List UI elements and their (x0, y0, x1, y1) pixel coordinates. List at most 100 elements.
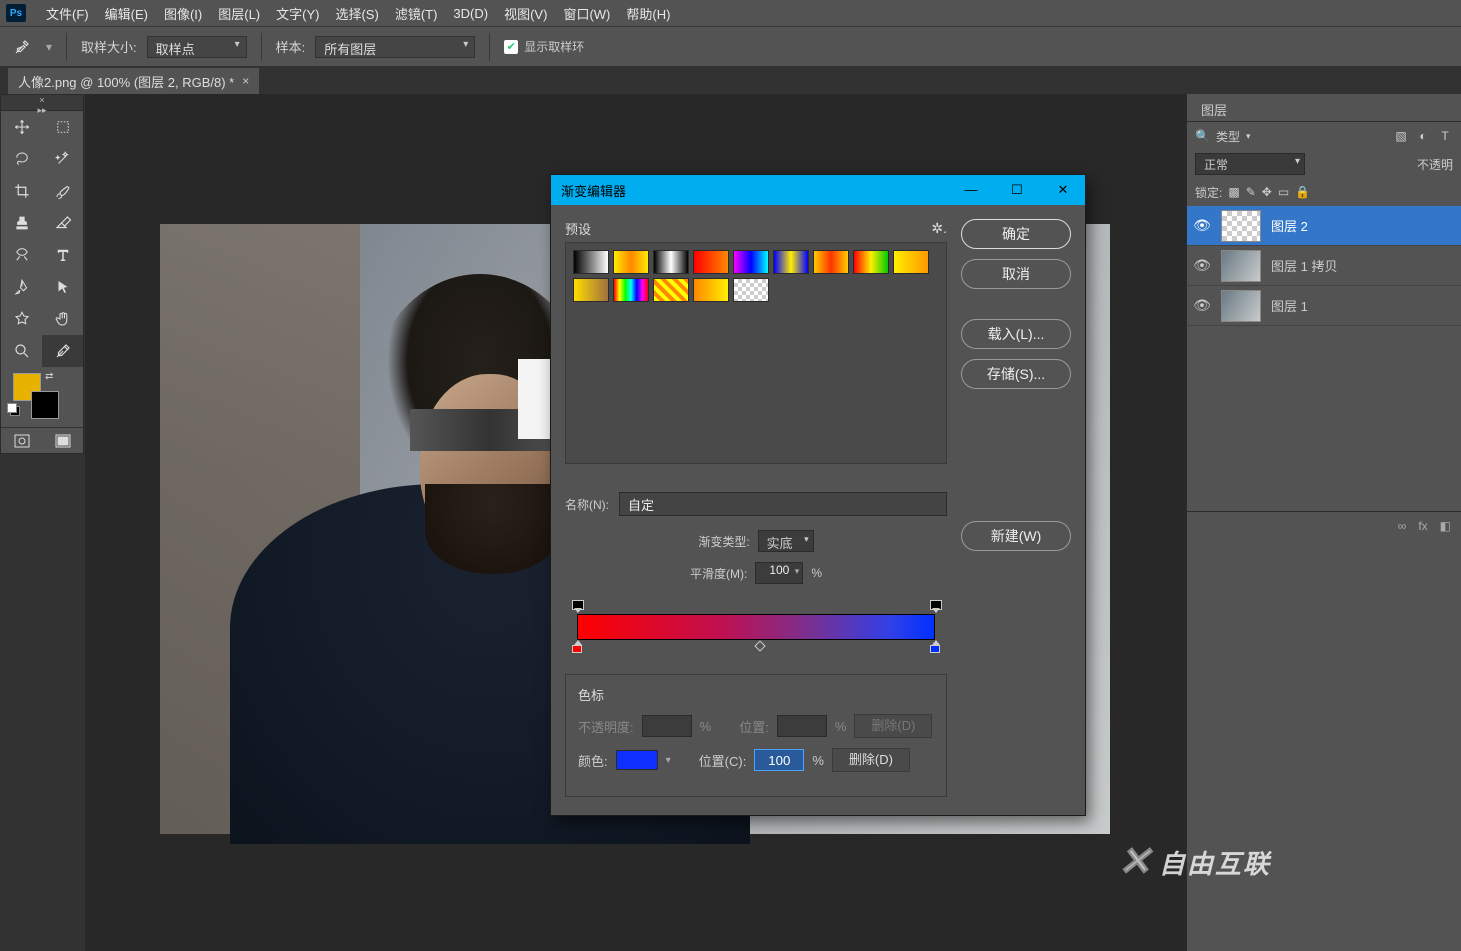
color-swatch[interactable] (616, 750, 658, 770)
menu-window[interactable]: 窗口(W) (555, 0, 618, 27)
gradient-ramp[interactable] (577, 614, 935, 640)
hand-tool[interactable] (42, 303, 83, 335)
visibility-icon[interactable]: 👁 (1193, 257, 1211, 274)
mask-icon[interactable]: ◧ (1440, 519, 1451, 533)
shape-tool[interactable] (1, 303, 42, 335)
brush-tool[interactable] (42, 175, 83, 207)
sample-dropdown[interactable]: 所有图层 (315, 36, 475, 58)
document-tab[interactable]: 人像2.png @ 100% (图层 2, RGB/8) * × (8, 68, 259, 94)
minimize-icon[interactable]: — (959, 182, 983, 198)
menu-view[interactable]: 视图(V) (496, 0, 555, 27)
chevron-down-icon[interactable]: ▾ (666, 755, 671, 766)
screenmode-toggle[interactable] (42, 428, 83, 453)
gradient-name-input[interactable] (619, 492, 947, 516)
filter-adjust-icon[interactable]: ◐ (1415, 128, 1431, 144)
filter-type-icon[interactable]: T (1437, 128, 1453, 144)
gradient-preset[interactable] (733, 278, 769, 302)
gradient-preset[interactable] (813, 250, 849, 274)
swap-colors-icon[interactable]: ⇄ (45, 371, 53, 382)
gradient-preset[interactable] (733, 250, 769, 274)
gradient-preset[interactable] (613, 250, 649, 274)
filter-image-icon[interactable]: ▧ (1393, 128, 1409, 144)
gradient-preset[interactable] (693, 250, 729, 274)
delete-color-stop-button[interactable]: 删除(D) (832, 748, 910, 772)
opacity-stop-right[interactable] (929, 600, 941, 612)
menu-help[interactable]: 帮助(H) (618, 0, 678, 27)
color-swatches[interactable]: ⇄ (1, 367, 83, 427)
eyedropper-tool[interactable] (42, 335, 83, 367)
gradient-ramp-area[interactable] (565, 600, 947, 670)
wand-tool[interactable] (42, 143, 83, 175)
visibility-icon[interactable]: 👁 (1193, 297, 1211, 314)
menu-file[interactable]: 文件(F) (38, 0, 97, 27)
gradient-preset[interactable] (693, 278, 729, 302)
gradient-preset[interactable] (853, 250, 889, 274)
panel-grip[interactable]: ×▸▸ (1, 95, 83, 111)
lasso-tool[interactable] (1, 143, 42, 175)
default-colors-icon[interactable] (7, 403, 19, 415)
gradient-type-dropdown[interactable]: 实底 (758, 530, 814, 552)
close-icon[interactable]: × (242, 74, 249, 88)
smoothness-input[interactable]: 100 (755, 562, 803, 584)
ok-button[interactable]: 确定 (961, 219, 1071, 249)
menu-3d[interactable]: 3D(D) (445, 2, 496, 25)
lock-move-icon[interactable]: ✥ (1262, 185, 1272, 199)
gradient-preset[interactable] (893, 250, 929, 274)
layer-item[interactable]: 👁 图层 1 (1187, 286, 1461, 326)
background-swatch[interactable] (31, 391, 59, 419)
save-button[interactable]: 存储(S)... (961, 359, 1071, 389)
color-position-input[interactable] (754, 749, 804, 771)
layer-item[interactable]: 👁 图层 2 (1187, 206, 1461, 246)
marquee-tool[interactable] (42, 111, 83, 143)
link-icon[interactable]: ∞ (1398, 519, 1407, 533)
path-select-tool[interactable] (42, 271, 83, 303)
gradient-preset[interactable] (773, 250, 809, 274)
type-tool[interactable] (42, 239, 83, 271)
lock-brush-icon[interactable]: ✎ (1246, 185, 1256, 199)
delete-opacity-stop-button: 删除(D) (854, 714, 932, 738)
blend-mode-dropdown[interactable]: 正常 (1195, 153, 1305, 175)
stamp-tool[interactable] (1, 207, 42, 239)
menu-type[interactable]: 文字(Y) (268, 0, 327, 27)
pen-tool[interactable] (1, 271, 42, 303)
new-button[interactable]: 新建(W) (961, 521, 1071, 551)
gear-icon[interactable]: ✲. (931, 220, 947, 237)
show-ring-checkbox[interactable]: ✔ 显示取样环 (504, 38, 584, 55)
menu-image[interactable]: 图像(I) (156, 0, 210, 27)
gradient-preset[interactable] (573, 278, 609, 302)
menu-layer[interactable]: 图层(L) (210, 0, 268, 27)
layers-tab[interactable]: 图层 (1187, 94, 1241, 121)
move-tool[interactable] (1, 111, 42, 143)
gradient-preset[interactable] (653, 250, 689, 274)
opacity-stop-left[interactable] (571, 600, 583, 612)
close-icon[interactable]: ✕ (1051, 182, 1075, 198)
eraser-tool[interactable] (42, 207, 83, 239)
cancel-button[interactable]: 取消 (961, 259, 1071, 289)
layer-thumbnail[interactable] (1221, 210, 1261, 242)
midpoint-diamond[interactable] (754, 640, 765, 651)
maximize-icon[interactable]: ☐ (1005, 182, 1029, 198)
color-stop-right[interactable] (929, 640, 941, 654)
menu-edit[interactable]: 编辑(E) (97, 0, 156, 27)
layer-item[interactable]: 👁 图层 1 拷贝 (1187, 246, 1461, 286)
dialog-titlebar[interactable]: 渐变编辑器 — ☐ ✕ (551, 175, 1085, 205)
sample-size-dropdown[interactable]: 取样点 (147, 36, 247, 58)
quickmask-toggle[interactable] (1, 428, 42, 453)
visibility-icon[interactable]: 👁 (1193, 217, 1211, 234)
layer-thumbnail[interactable] (1221, 250, 1261, 282)
lock-pixels-icon[interactable]: ▩ (1228, 185, 1239, 199)
gradient-preset[interactable] (653, 278, 689, 302)
lock-all-icon[interactable]: 🔒 (1295, 185, 1310, 199)
lock-artboard-icon[interactable]: ▭ (1278, 185, 1289, 199)
crop-tool[interactable] (1, 175, 42, 207)
fx-icon[interactable]: fx (1418, 519, 1427, 533)
layer-thumbnail[interactable] (1221, 290, 1261, 322)
load-button[interactable]: 载入(L)... (961, 319, 1071, 349)
gradient-preset[interactable] (613, 278, 649, 302)
menu-select[interactable]: 选择(S) (327, 0, 386, 27)
patch-tool[interactable] (1, 239, 42, 271)
gradient-preset[interactable] (573, 250, 609, 274)
menu-filter[interactable]: 滤镜(T) (387, 0, 446, 27)
color-stop-left[interactable] (571, 640, 583, 654)
zoom-tool[interactable] (1, 335, 42, 367)
